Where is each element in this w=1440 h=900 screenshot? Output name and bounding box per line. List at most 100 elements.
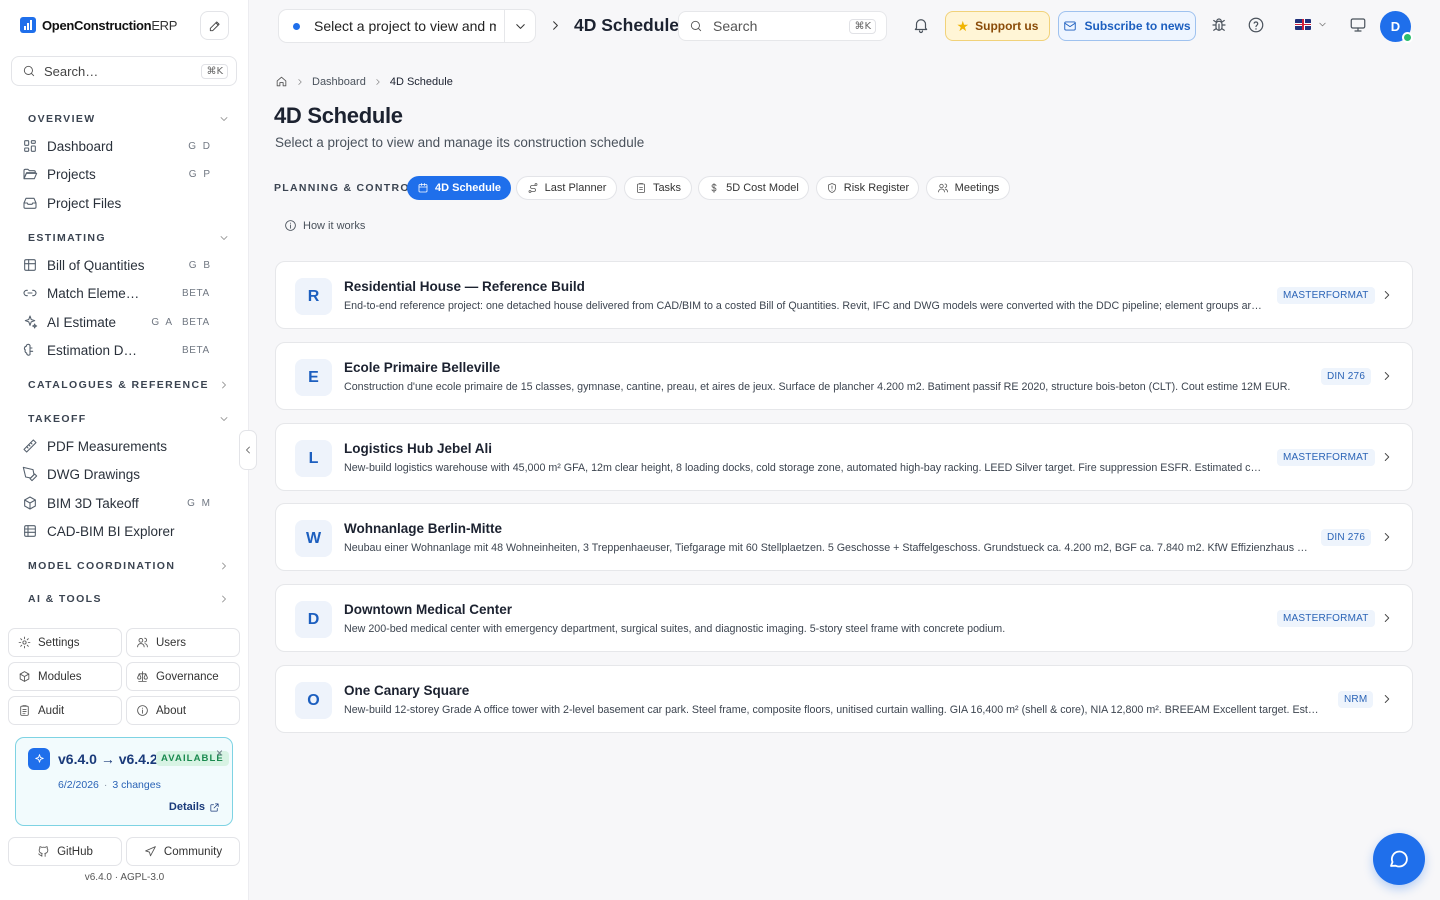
tab-tasks[interactable]: Tasks	[624, 176, 692, 200]
project-initial: O	[295, 682, 332, 719]
section-estimating[interactable]: ESTIMATING	[28, 232, 230, 244]
modules-button[interactable]: Modules	[8, 662, 122, 691]
tab-label: Tasks	[652, 182, 682, 194]
standard-badge: NRM	[1338, 691, 1374, 708]
update-icon	[28, 748, 50, 770]
chevron-right-icon	[548, 18, 563, 33]
notifications-button[interactable]	[912, 16, 930, 34]
sidebar-item-projects[interactable]: Projects G P	[22, 162, 212, 186]
audit-label: Audit	[38, 704, 65, 717]
project-card[interactable]: D Downtown Medical Center New 200-bed me…	[275, 584, 1413, 652]
standard-badge: DIN 276	[1321, 529, 1372, 546]
how-it-works-link[interactable]: How it works	[284, 219, 365, 232]
update-changes-link[interactable]: 3 changes	[112, 779, 160, 791]
help-button[interactable]	[1247, 16, 1265, 34]
breadcrumb-dashboard-link[interactable]: Dashboard	[312, 76, 366, 88]
section-catalogues[interactable]: CATALOGUES & REFERENCE	[28, 379, 230, 391]
cube-icon	[24, 496, 36, 510]
chevron-right-icon	[222, 562, 226, 570]
language-select[interactable]	[1295, 19, 1328, 30]
brand-icon	[20, 17, 36, 33]
tab-risk-register[interactable]: Risk Register	[816, 176, 919, 200]
project-card[interactable]: E Ecole Primaire Belleville Construction…	[275, 342, 1413, 410]
project-card[interactable]: O One Canary Square New-build 12-storey …	[275, 665, 1413, 733]
sidebar-collapse-button[interactable]	[239, 430, 257, 470]
github-button[interactable]: GitHub	[8, 837, 122, 866]
about-button[interactable]: About	[126, 696, 240, 725]
planning-control-label: PLANNING & CONTROL	[274, 182, 418, 194]
new-edit-button[interactable]	[200, 11, 229, 40]
chevron-down-icon	[220, 117, 228, 121]
section-overview[interactable]: OVERVIEW	[28, 113, 230, 125]
project-description: New-build logistics warehouse with 45,00…	[344, 462, 1266, 474]
community-button[interactable]: Community	[126, 837, 240, 866]
tab-5d-cost-model[interactable]: 5D Cost Model	[698, 176, 809, 200]
sidebar-item-dwg-drawings[interactable]: DWG Drawings	[22, 462, 212, 486]
sparkles-icon	[24, 315, 38, 329]
project-select[interactable]: Select a project to view and ma…	[278, 9, 536, 43]
sidebar-item-cad-bim-explorer[interactable]: CAD-BIM BI Explorer	[22, 519, 212, 543]
project-card[interactable]: W Wohnanlage Berlin-Mitte Neubau einer W…	[275, 503, 1413, 571]
sidebar-item-label: Match Eleme…	[47, 285, 140, 301]
beta-badge: BETA	[182, 344, 210, 356]
standard-badge: MASTERFORMAT	[1277, 449, 1375, 466]
section-model-coordination[interactable]: MODEL COORDINATION	[28, 560, 230, 572]
sidebar-search-input[interactable]: Search… ⌘K	[11, 56, 237, 86]
sidebar-item-bill-of-quantities[interactable]: Bill of Quantities G B	[22, 253, 212, 277]
subscribe-news-button[interactable]: Subscribe to news	[1058, 11, 1196, 41]
sidebar-item-estimation-dashboard[interactable]: Estimation D… BETA	[22, 338, 212, 362]
chat-button[interactable]	[1373, 833, 1425, 885]
close-icon[interactable]: ×	[216, 746, 223, 760]
project-card[interactable]: R Residential House — Reference Build En…	[275, 261, 1413, 329]
sidebar-item-label: Projects	[47, 166, 96, 182]
project-description: Neubau einer Wohnanlage mit 48 Wohneinhe…	[344, 542, 1310, 554]
sparkles-icon	[34, 753, 44, 763]
sidebar-item-ai-estimate[interactable]: AI Estimate G A BETA	[22, 310, 212, 334]
brand-suffix: ERP	[151, 17, 178, 33]
tab-meetings[interactable]: Meetings	[926, 176, 1010, 200]
sidebar: OpenConstructionERP Search… ⌘K OVERVIEW …	[0, 0, 249, 900]
top-page-title: 4D Schedule	[574, 15, 680, 35]
brand-logo[interactable]: OpenConstructionERP	[20, 17, 177, 33]
sidebar-item-dashboard[interactable]: Dashboard G D	[22, 134, 212, 158]
project-card[interactable]: L Logistics Hub Jebel Ali New-build logi…	[275, 423, 1413, 491]
beta-badge: BETA	[182, 316, 210, 328]
sidebar-item-bim-3d-takeoff[interactable]: BIM 3D Takeoff G M	[22, 491, 212, 515]
send-icon	[145, 846, 156, 857]
sidebar-item-match-elements[interactable]: Match Eleme… BETA	[22, 281, 212, 305]
standard-badge: DIN 276	[1321, 368, 1372, 385]
chevron-down-icon	[1319, 22, 1326, 27]
project-name: Wohnanlage Berlin-Mitte	[344, 521, 503, 536]
bug-report-button[interactable]	[1210, 16, 1228, 34]
settings-button[interactable]: Settings	[8, 628, 122, 657]
tab-4d-schedule[interactable]: 4D Schedule	[407, 176, 511, 200]
chevron-right-icon	[298, 78, 302, 85]
section-takeoff[interactable]: TAKEOFF	[28, 413, 230, 425]
sidebar-item-label: PDF Measurements	[47, 438, 168, 454]
sidebar-item-pdf-measurements[interactable]: PDF Measurements	[22, 434, 212, 458]
section-ai-tools[interactable]: AI & TOOLS	[28, 593, 230, 605]
app-version: v6.4.0 · AGPL-3.0	[84, 872, 165, 883]
standard-badge: MASTERFORMAT	[1277, 287, 1375, 304]
help-icon	[1248, 17, 1264, 33]
global-search-input[interactable]: Search ⌘K	[678, 11, 887, 41]
section-catalogues-label: CATALOGUES & REFERENCE	[28, 379, 209, 391]
route-icon	[528, 183, 538, 193]
update-date: 6/2/2026	[58, 779, 99, 791]
update-details-link[interactable]: Details	[169, 801, 220, 813]
sidebar-item-project-files[interactable]: Project Files	[22, 191, 212, 215]
project-name: Residential House — Reference Build	[344, 279, 585, 294]
governance-label: Governance	[156, 670, 219, 683]
how-it-works-label: How it works	[303, 219, 366, 232]
top-bar: Select a project to view and ma… 4D Sche…	[249, 0, 1440, 52]
governance-button[interactable]: Governance	[126, 662, 240, 691]
display-settings-button[interactable]	[1349, 16, 1367, 34]
users-button[interactable]: Users	[126, 628, 240, 657]
chevron-right-icon	[1380, 692, 1394, 706]
audit-button[interactable]: Audit	[8, 696, 122, 725]
monitor-icon	[1350, 18, 1366, 32]
ruler-icon	[23, 439, 37, 453]
support-us-button[interactable]: ★ Support us	[945, 11, 1050, 41]
tab-last-planner[interactable]: Last Planner	[516, 176, 617, 200]
home-icon[interactable]	[275, 75, 288, 88]
